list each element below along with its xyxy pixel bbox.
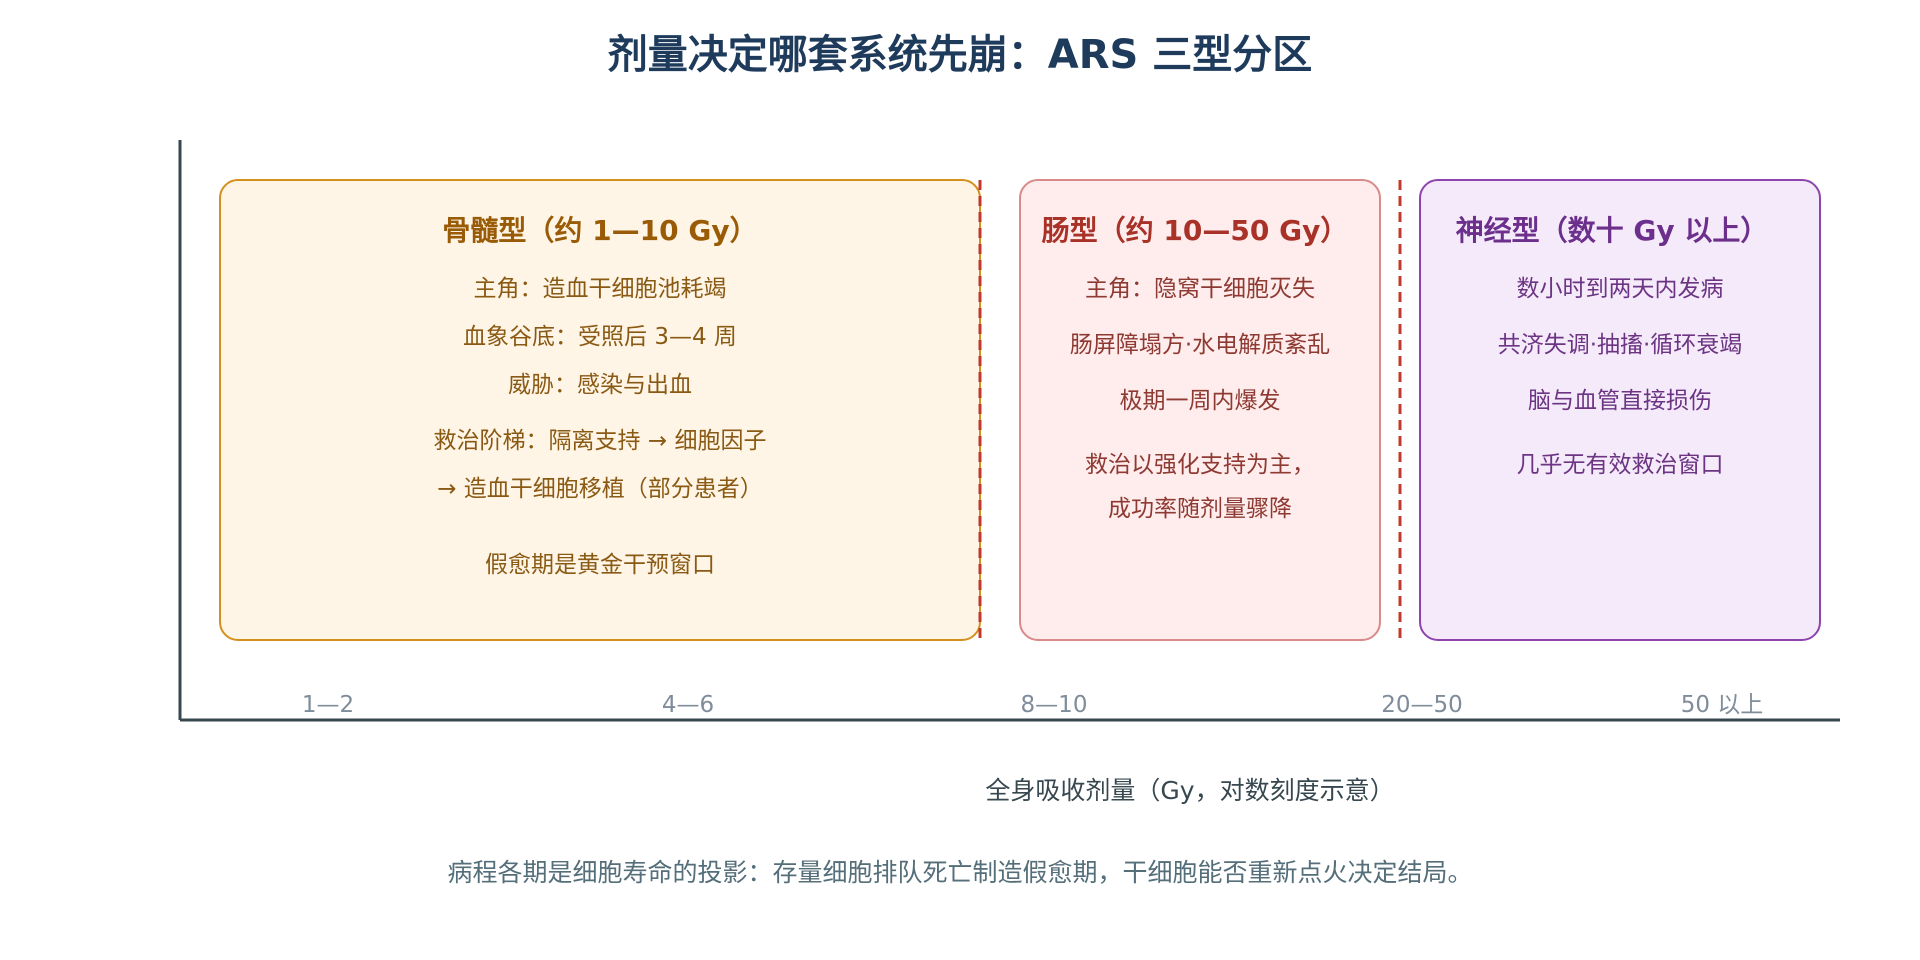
footer-note: 病程各期是细胞寿命的投影：存量细胞排队死亡制造假愈期，干细胞能否重新点火决定结局… — [447, 858, 1472, 887]
zone-line-marrow-3: 威胁：感染与出血 — [508, 372, 692, 398]
zone-line-neuro-1: 数小时到两天内发病 — [1517, 276, 1724, 302]
x-tick-label: 20—50 — [1381, 692, 1463, 718]
zone-line-marrow-5: → 造血干细胞移植（部分患者） — [437, 476, 763, 502]
zone-line-marrow-2: 血象谷底：受照后 3—4 周 — [463, 324, 737, 350]
zone-title-neuro: 神经型（数十 Gy 以上） — [1456, 214, 1769, 247]
x-tick-label: 1—2 — [302, 692, 354, 718]
x-tick-label: 50 以上 — [1681, 692, 1764, 718]
zone-line-gut-5: 成功率随剂量骤降 — [1108, 496, 1292, 522]
zone-line-marrow-4: 救治阶梯：隔离支持 → 细胞因子 — [434, 428, 767, 454]
zone-title-gut: 肠型（约 10—50 Gy） — [1042, 214, 1349, 247]
zone-line-gut-1: 主角：隐窝干细胞灭失 — [1085, 276, 1315, 302]
zone-title-marrow: 骨髓型（约 1—10 Gy） — [442, 214, 757, 247]
x-axis-label: 全身吸收剂量（Gy，对数刻度示意） — [985, 776, 1394, 805]
zone-line-neuro-4: 几乎无有效救治窗口 — [1517, 452, 1724, 478]
zone-line-gut-4: 救治以强化支持为主， — [1085, 452, 1315, 478]
zone-line-gut-3: 极期一周内爆发 — [1120, 388, 1281, 414]
diagram-title: 剂量决定哪套系统先崩：ARS 三型分区 — [608, 32, 1313, 78]
x-tick-label: 8—10 — [1021, 692, 1088, 718]
zone-line-neuro-3: 脑与血管直接损伤 — [1528, 388, 1712, 414]
zone-line-marrow-1: 主角：造血干细胞池耗竭 — [474, 276, 727, 302]
x-tick-label: 4—6 — [662, 692, 714, 718]
zone-line-marrow-6: 假愈期是黄金干预窗口 — [485, 552, 715, 578]
zone-line-neuro-2: 共济失调·抽搐·循环衰竭 — [1498, 332, 1743, 358]
ars-dose-zone-diagram: 剂量决定哪套系统先崩：ARS 三型分区 骨髓型（约 1—10 Gy） 主角：造血… — [178, 32, 1840, 887]
zone-line-gut-2: 肠屏障塌方·水电解质紊乱 — [1070, 332, 1330, 358]
